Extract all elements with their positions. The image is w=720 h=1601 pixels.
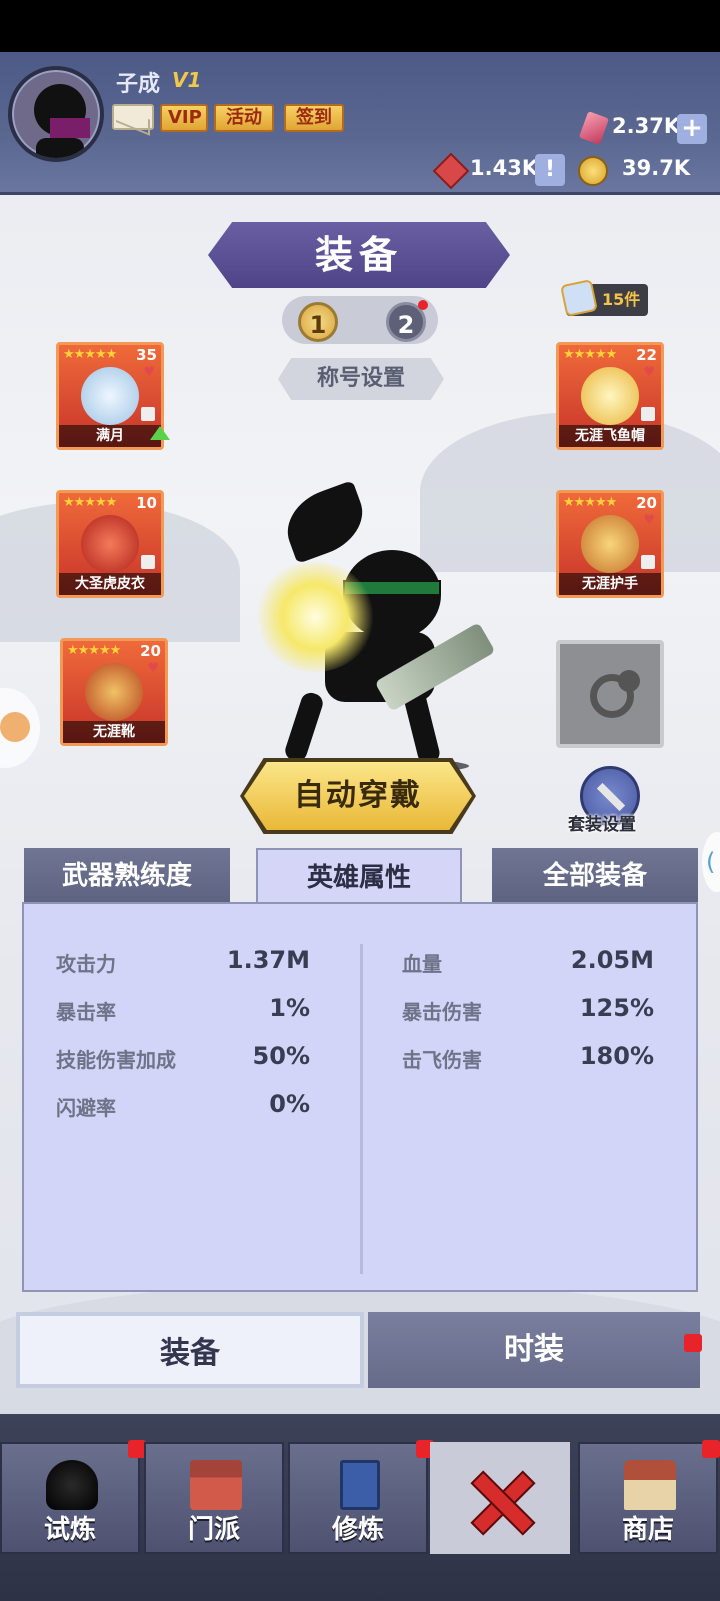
stat-value: 0% bbox=[269, 1090, 310, 1118]
stat-value: 180% bbox=[579, 1042, 654, 1070]
coin-count: 39.7K bbox=[622, 156, 691, 180]
equip-name: 大圣虎皮衣 bbox=[59, 573, 161, 595]
heart-icon: ♥ bbox=[147, 661, 159, 676]
gloves-icon bbox=[581, 515, 639, 573]
equip-slot-gloves[interactable]: ★★★★★ 20 ♥ 无涯护手 bbox=[556, 490, 664, 598]
mail-icon[interactable] bbox=[112, 104, 154, 130]
equip-slot-empty[interactable] bbox=[556, 640, 664, 748]
set-config-label[interactable]: 套装设置 bbox=[568, 810, 636, 835]
tab-equipment[interactable]: 装备 bbox=[16, 1312, 364, 1388]
stat-label: 闪避率 bbox=[56, 1096, 116, 1120]
equip-slot-armor[interactable]: ★★★★★ 10 大圣虎皮衣 bbox=[56, 490, 164, 598]
boots-icon bbox=[85, 663, 143, 721]
stat-value: 2.05M bbox=[570, 946, 654, 974]
stat-value: 1% bbox=[269, 994, 310, 1022]
page-title: 装备 bbox=[208, 222, 510, 288]
heart-icon: ♥ bbox=[643, 365, 655, 380]
lock-icon bbox=[141, 555, 155, 569]
nav-trial[interactable]: 试炼 bbox=[0, 1442, 140, 1554]
vip-button[interactable]: VIP bbox=[160, 104, 208, 132]
equip-slot-boots[interactable]: ★★★★★ 20 ♥ 无涯靴 bbox=[60, 638, 168, 746]
ticket-count: 1.43K bbox=[470, 156, 539, 180]
loadout-page-1-button[interactable]: 1 bbox=[298, 302, 338, 342]
equip-name: 满月 bbox=[59, 425, 161, 447]
star-rating: ★★★★★ bbox=[63, 347, 117, 362]
equip-level: 35 bbox=[136, 346, 157, 364]
nav-label: 商店 bbox=[621, 1515, 674, 1545]
equip-level: 10 bbox=[136, 494, 157, 512]
side-drawer-handle[interactable]: ( bbox=[702, 832, 720, 892]
stat-value: 50% bbox=[252, 1042, 310, 1070]
add-gems-button[interactable]: + bbox=[677, 114, 707, 144]
tab-weapon-mastery[interactable]: 武器熟练度 bbox=[24, 848, 230, 904]
equip-slot-hat[interactable]: ★★★★★ 22 ♥ 无涯飞鱼帽 bbox=[556, 342, 664, 450]
vip-level: V1 bbox=[172, 68, 202, 92]
upgrade-arrow-icon bbox=[150, 426, 170, 440]
stat-value: 125% bbox=[579, 994, 654, 1022]
heart-icon: ♥ bbox=[143, 365, 155, 380]
activity-button[interactable]: 活动 bbox=[214, 104, 274, 132]
weapon-icon bbox=[81, 367, 139, 425]
stat-label: 技能伤害加成 bbox=[56, 1048, 176, 1072]
tab-all-equipment[interactable]: 全部装备 bbox=[492, 848, 698, 904]
star-rating: ★★★★★ bbox=[63, 495, 117, 510]
tab-hero-attributes[interactable]: 英雄属性 bbox=[256, 848, 462, 904]
coin-icon bbox=[578, 156, 608, 186]
nav-label: 试炼 bbox=[43, 1515, 96, 1545]
star-rating: ★★★★★ bbox=[563, 495, 617, 510]
equip-level: 22 bbox=[636, 346, 657, 364]
signin-button[interactable]: 签到 bbox=[284, 104, 344, 132]
ticket-info-button[interactable]: ! bbox=[535, 154, 565, 186]
equip-level: 20 bbox=[636, 494, 657, 512]
nav-label: 门派 bbox=[187, 1515, 240, 1545]
heart-icon: ♥ bbox=[643, 513, 655, 528]
armor-icon bbox=[81, 515, 139, 573]
crossed-swords-icon[interactable] bbox=[470, 1470, 530, 1530]
equip-name: 无涯护手 bbox=[559, 573, 661, 595]
temple-icon bbox=[190, 1460, 242, 1510]
hero-character bbox=[255, 480, 496, 782]
stat-label: 暴击伤害 bbox=[402, 1000, 482, 1024]
notification-dot bbox=[684, 1334, 702, 1352]
stat-label: 暴击率 bbox=[56, 1000, 116, 1024]
star-rating: ★★★★★ bbox=[67, 643, 121, 658]
tab-fashion[interactable]: 时装 bbox=[368, 1312, 700, 1388]
side-float-button[interactable] bbox=[0, 688, 40, 768]
scroll-icon bbox=[560, 279, 598, 317]
shop-icon bbox=[624, 1460, 676, 1510]
nav-cultivate[interactable]: 修炼 bbox=[288, 1442, 428, 1554]
auto-equip-button[interactable]: 自动穿戴 bbox=[244, 762, 472, 830]
equip-name: 无涯飞鱼帽 bbox=[559, 425, 661, 447]
stat-label: 血量 bbox=[402, 952, 442, 976]
stat-label: 攻击力 bbox=[56, 952, 116, 976]
title-setting-button[interactable]: 称号设置 bbox=[278, 358, 444, 400]
ninja-icon bbox=[46, 1460, 98, 1510]
notification-dot bbox=[702, 1440, 720, 1458]
avatar[interactable] bbox=[8, 66, 104, 162]
nav-shop[interactable]: 商店 bbox=[578, 1442, 718, 1554]
nav-label: 修炼 bbox=[331, 1515, 384, 1545]
player-name: 子成 bbox=[116, 72, 161, 97]
gem-count: 2.37K bbox=[612, 114, 681, 138]
star-rating: ★★★★★ bbox=[563, 347, 617, 362]
lock-icon bbox=[641, 407, 655, 421]
stats-panel: 攻击力 1.37M 暴击率 1% 技能伤害加成 50% 闪避率 0% 血量 2.… bbox=[22, 902, 698, 1292]
nav-sect[interactable]: 门派 bbox=[144, 1442, 284, 1554]
equip-slot-weapon[interactable]: ★★★★★ 35 ♥ 满月 bbox=[56, 342, 164, 450]
notification-dot bbox=[418, 300, 428, 310]
screen: 子成 V1 VIP 活动 签到 2.37K + 1.43K ! 39.7K 装备… bbox=[0, 52, 720, 1601]
stat-value: 1.37M bbox=[226, 946, 310, 974]
book-icon bbox=[340, 1460, 380, 1510]
lock-icon bbox=[641, 555, 655, 569]
lock-icon bbox=[141, 407, 155, 421]
hat-icon bbox=[581, 367, 639, 425]
stat-label: 击飞伤害 bbox=[402, 1048, 482, 1072]
equip-name: 无涯靴 bbox=[63, 721, 165, 743]
equip-level: 20 bbox=[140, 642, 161, 660]
